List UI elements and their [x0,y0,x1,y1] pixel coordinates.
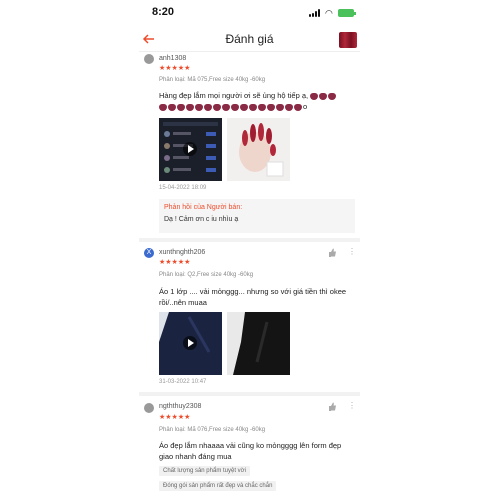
review-item: ngththuy2308 ⋮ ★★★★★ Phân loại: Mã 076,F… [139,400,360,499]
dress-emoji-icon [240,103,248,111]
review-variant: Phân loại: Mã 075,Free size 40kg -60kg [159,77,266,83]
dress-emoji-icon [319,92,328,100]
review-tag: Đóng gói sản phẩm rất đẹp và chắc chắn [159,481,277,491]
avatar[interactable] [144,403,154,413]
review-text: Áo đẹp lắm nhaaaa vải cũng ko mỏngggg lê… [159,440,355,462]
review-video-thumbnail[interactable] [159,312,222,375]
review-username[interactable]: anh1308 [159,55,186,62]
dress-emoji-icon [213,103,221,111]
review-item: anh1308 ★★★★★ Phân loại: Mã 075,Free siz… [139,52,360,233]
thumbs-up-icon[interactable] [328,248,337,257]
review-date: 31-03-2022 10:47 [159,379,207,385]
dress-emoji-icon [267,103,275,111]
avatar[interactable] [144,54,154,64]
review-tag: Chất lượng sản phẩm tuyệt vời [159,466,250,476]
review-variant: Phân loại: Mã 076,Free size 40kg -60kg [159,427,266,433]
signal-icon [309,9,323,17]
dress-emoji-icon [168,103,176,111]
seller-reply: Phản hồi của Người bán: Dạ ! Cảm ơn c iu… [159,199,355,233]
nails-photo-image [239,123,284,177]
review-text: Áo 1 lớp .... vải mỏnggg... nhưng so với… [159,286,355,308]
dress-emoji-icon [231,103,239,111]
review-username[interactable]: ngththuy2308 [159,403,201,410]
review-text-line: giao nhanh đáng mua [159,452,232,461]
dress-emoji-icon [276,103,284,111]
play-icon[interactable] [183,336,197,350]
status-time: 8:20 [152,6,175,18]
dress-emoji-icon [328,92,337,100]
review-text-line: Áo 1 lớp .... vải mỏnggg... nhưng so với… [159,287,347,296]
more-options-icon[interactable]: ⋮ [348,401,356,410]
wifi-icon: ◠ [325,8,333,18]
divider [139,392,360,396]
dress-emoji-icon [258,103,266,111]
review-screen: 8:20 ◠ Đánh giá anh1308 ★★★★★ Phân loại:… [139,0,360,499]
review-username[interactable]: xunthnghth206 [159,249,205,256]
dress-emoji-icon [195,103,203,111]
review-text-line: rồi/..nên muaa [159,298,207,307]
divider [139,238,360,242]
review-text-suffix: o [303,102,308,111]
review-text-line: Áo đẹp lắm nhaaaa vải cũng ko mỏngggg lê… [159,441,342,450]
thumbs-up-icon[interactable] [328,402,337,411]
dress-emoji-icon [204,103,212,111]
play-icon[interactable] [183,142,197,156]
dress-emoji-icon [310,92,319,100]
dress-emoji-icon [159,103,167,111]
review-video-thumbnail[interactable] [159,118,222,181]
dress-emoji-icon [249,103,257,111]
status-bar: 8:20 ◠ [139,0,360,24]
battery-icon [338,9,356,17]
seller-reply-title: Phản hồi của Người bán: [164,204,243,211]
review-photo[interactable] [227,312,290,375]
dress-emoji-icon [294,103,302,111]
star-rating: ★★★★★ [159,65,191,72]
review-item: X xunthnghth206 ⋮ ★★★★★ Phân loại: Q2,Fr… [139,246,360,396]
review-photo[interactable] [227,118,290,181]
page-title: Đánh giá [225,32,274,46]
dress-emoji-icon [222,103,230,111]
dress-emoji-icon [177,103,185,111]
review-text: Hàng đẹp lắm mọi người ơi sẽ ủng hộ tiếp… [159,90,355,112]
review-variant: Phân loại: Q2,Free size 40kg -60kg [159,272,254,278]
fabric-photo-image [233,312,290,375]
star-rating: ★★★★★ [159,414,191,421]
dress-emoji-icon [186,103,194,111]
seller-reply-text: Dạ ! Cảm ơn c iu nhìu ạ [164,216,239,223]
page-header: Đánh giá [139,26,360,52]
dress-emoji-icon [285,103,293,111]
review-text-line: Hàng đẹp lắm mọi người ơi sẽ ủng hộ tiếp… [159,91,309,100]
more-options-icon[interactable]: ⋮ [348,247,356,256]
review-date: 15-04-2022 18:09 [159,185,207,191]
product-thumbnail[interactable] [339,32,357,48]
avatar[interactable]: X [144,248,154,258]
star-rating: ★★★★★ [159,259,191,266]
